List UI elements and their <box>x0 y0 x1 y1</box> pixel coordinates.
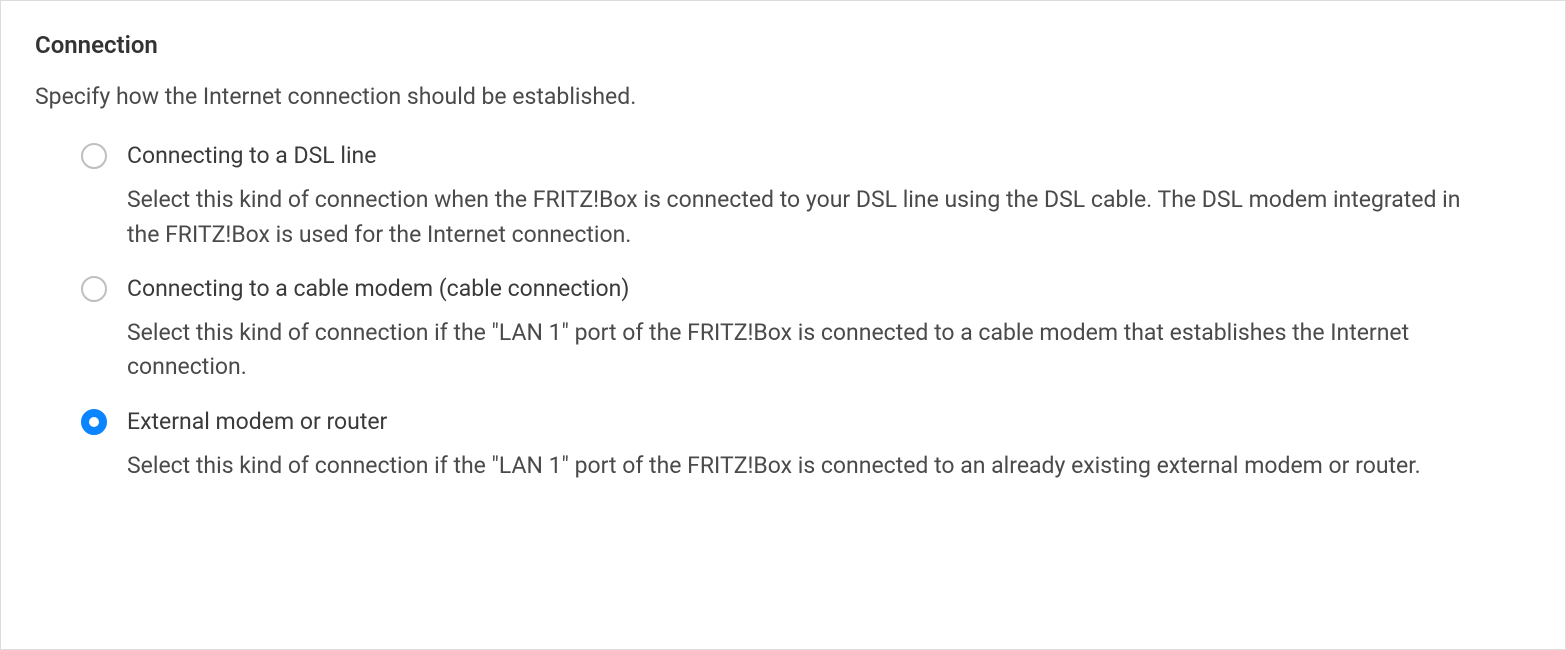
radio-dsl[interactable] <box>81 143 107 169</box>
option-desc-cable: Select this kind of connection if the "L… <box>81 316 1491 385</box>
connection-options: Connecting to a DSL line Select this kin… <box>35 141 1531 483</box>
radio-external[interactable] <box>81 409 107 435</box>
option-desc-external: Select this kind of connection if the "L… <box>81 449 1491 484</box>
section-description: Specify how the Internet connection shou… <box>35 81 1531 113</box>
option-label-cable[interactable]: Connecting to a cable modem (cable conne… <box>127 274 629 304</box>
option-dsl: Connecting to a DSL line Select this kin… <box>81 141 1531 252</box>
option-label-dsl[interactable]: Connecting to a DSL line <box>127 141 376 171</box>
option-desc-dsl: Select this kind of connection when the … <box>81 183 1491 252</box>
option-label-external[interactable]: External modem or router <box>127 407 387 437</box>
option-external: External modem or router Select this kin… <box>81 407 1531 483</box>
connection-panel: Connection Specify how the Internet conn… <box>0 0 1566 650</box>
option-cable: Connecting to a cable modem (cable conne… <box>81 274 1531 385</box>
radio-cable[interactable] <box>81 276 107 302</box>
section-title: Connection <box>35 31 1531 59</box>
